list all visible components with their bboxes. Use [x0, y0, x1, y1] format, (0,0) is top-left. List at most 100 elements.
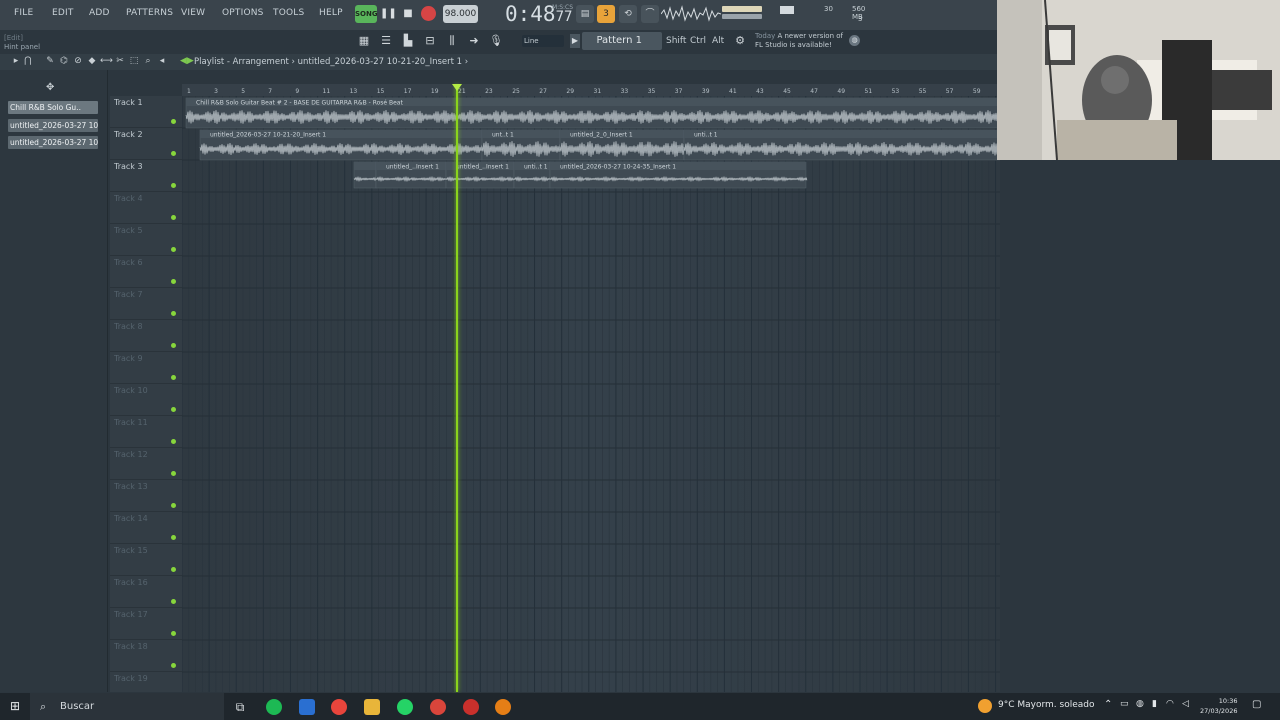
- tray-wifi-icon[interactable]: ◠: [1166, 699, 1174, 709]
- track-header[interactable]: Track 11: [110, 416, 182, 448]
- track-header[interactable]: Track 13: [110, 480, 182, 512]
- audio-clip-track1[interactable]: Chill R&B Solo Guitar Beat # 2 - BASE DE…: [185, 97, 1000, 129]
- settings-gear-icon[interactable]: ⚙: [731, 32, 749, 50]
- mute-icon[interactable]: ◆: [86, 56, 98, 66]
- countdown-icon[interactable]: 3: [597, 5, 615, 23]
- playlist-window-icon[interactable]: ▦: [355, 32, 373, 50]
- globe-icon[interactable]: ◍: [849, 35, 860, 46]
- piano-roll-icon[interactable]: ▙: [399, 32, 417, 50]
- store-icon[interactable]: [299, 699, 315, 715]
- arrow-right-icon[interactable]: ▸: [10, 56, 22, 66]
- tempo-display[interactable]: 98.000: [443, 5, 478, 23]
- track-mute-led[interactable]: [171, 119, 176, 124]
- audio-clip-track2[interactable]: unti..t 1: [683, 129, 1000, 161]
- picker-move-icon[interactable]: ✥: [46, 82, 54, 93]
- track-mute-led[interactable]: [171, 343, 176, 348]
- track-mute-led[interactable]: [171, 631, 176, 636]
- spotify-icon[interactable]: [266, 699, 282, 715]
- snap-select[interactable]: Line: [522, 35, 564, 47]
- pattern-select[interactable]: Pattern 1: [582, 32, 662, 50]
- track-mute-led[interactable]: [171, 663, 176, 668]
- weather-icon[interactable]: [978, 699, 992, 713]
- track-header[interactable]: Track 18: [110, 640, 182, 672]
- audio-clip-track3[interactable]: unti..t 1: [513, 161, 552, 189]
- fl-studio-icon[interactable]: [495, 699, 511, 715]
- menu-patterns[interactable]: PATTERNS: [126, 8, 173, 18]
- tray-app-icon[interactable]: ◍: [1136, 699, 1144, 709]
- track-header[interactable]: Track 17: [110, 608, 182, 640]
- microphone-icon[interactable]: 🎙: [487, 32, 505, 50]
- track-mute-led[interactable]: [171, 247, 176, 252]
- track-mute-led[interactable]: [171, 407, 176, 412]
- song-mode-button[interactable]: SONG: [355, 5, 378, 23]
- playback-icon[interactable]: ◂: [156, 56, 168, 66]
- taskbar-clock[interactable]: 10:36 27/03/2026: [1200, 696, 1237, 716]
- menu-tools[interactable]: TOOLS: [273, 8, 304, 18]
- track-mute-led[interactable]: [171, 535, 176, 540]
- track-header[interactable]: Track 8: [110, 320, 182, 352]
- audio-clip-track2[interactable]: untitled_2026-03-27 10-21-20_Insert 1: [199, 129, 484, 161]
- track-mute-led[interactable]: [171, 567, 176, 572]
- master-volume-slider[interactable]: [722, 6, 762, 12]
- picker-clip[interactable]: untitled_2026-03-27 10-...: [8, 136, 98, 149]
- tray-chevron-icon[interactable]: ⌃: [1104, 699, 1112, 710]
- plugin-picker-icon[interactable]: ➜: [465, 32, 483, 50]
- audio-clip-track3[interactable]: untitled_..Insert 1: [375, 161, 448, 189]
- track-header[interactable]: Track 1: [110, 96, 182, 128]
- alt-key[interactable]: Alt: [712, 36, 724, 46]
- tray-network-icon[interactable]: ▭: [1120, 699, 1129, 709]
- playhead-marker[interactable]: [452, 84, 462, 91]
- audio-clip-track2[interactable]: untitled_2_0_Insert 1: [559, 129, 686, 161]
- select-icon[interactable]: ⬚: [128, 56, 140, 66]
- delete-icon[interactable]: ⊘: [72, 56, 84, 66]
- track-mute-led[interactable]: [171, 151, 176, 156]
- track-mute-led[interactable]: [171, 183, 176, 188]
- menu-help[interactable]: HELP: [319, 8, 343, 18]
- tray-volume-icon[interactable]: ◁: [1182, 699, 1189, 709]
- slip-icon[interactable]: ⟷: [100, 56, 113, 66]
- track-header[interactable]: Track 14: [110, 512, 182, 544]
- taskbar-search[interactable]: ⌕ Buscar: [30, 693, 224, 720]
- menu-edit[interactable]: EDIT: [52, 8, 74, 18]
- track-mute-led[interactable]: [171, 311, 176, 316]
- stop-button[interactable]: ■: [400, 5, 416, 23]
- track-header[interactable]: Track 2: [110, 128, 182, 160]
- track-header[interactable]: Track 15: [110, 544, 182, 576]
- audio-clip-track3[interactable]: [353, 161, 378, 189]
- track-header[interactable]: Track 4: [110, 192, 182, 224]
- audio-clip-track2[interactable]: unt..t 1: [481, 129, 562, 161]
- browser-icon[interactable]: ⊟: [421, 32, 439, 50]
- picker-clip[interactable]: Chill R&B Solo Gu..: [8, 101, 98, 114]
- ctrl-key[interactable]: Ctrl: [690, 36, 706, 46]
- tray-mic-icon[interactable]: ▮: [1152, 699, 1157, 709]
- track-header[interactable]: Track 3: [110, 160, 182, 192]
- track-mute-led[interactable]: [171, 503, 176, 508]
- track-header[interactable]: Track 16: [110, 576, 182, 608]
- slice-icon[interactable]: ✂: [114, 56, 126, 66]
- track-header[interactable]: Track 9: [110, 352, 182, 384]
- zoom-icon[interactable]: ⌕: [142, 56, 154, 66]
- app-red-icon[interactable]: [463, 699, 479, 715]
- menu-view[interactable]: VIEW: [181, 8, 205, 18]
- track-mute-led[interactable]: [171, 439, 176, 444]
- notifications-icon[interactable]: ▢: [1252, 699, 1261, 710]
- windows-start-icon[interactable]: ⊞: [10, 700, 22, 712]
- whatsapp-icon[interactable]: [397, 699, 413, 715]
- track-header[interactable]: Track 6: [110, 256, 182, 288]
- picker-clip[interactable]: untitled_2026-03-27 10-...: [8, 119, 98, 132]
- audio-clip-track3[interactable]: untitled_2026-03-27 10-24-35_Insert 1: [549, 161, 808, 189]
- track-mute-led[interactable]: [171, 279, 176, 284]
- timeline-ruler[interactable]: [182, 84, 1000, 96]
- loop-record-icon[interactable]: ⟲: [619, 5, 637, 23]
- track-mute-led[interactable]: [171, 375, 176, 380]
- channel-rack-icon[interactable]: ☰: [377, 32, 395, 50]
- task-view-icon[interactable]: ⧉: [232, 699, 248, 715]
- mixer-icon[interactable]: ⫼: [443, 32, 461, 50]
- weather-text[interactable]: 9°C Mayorm. soleado: [998, 700, 1094, 710]
- magnet-icon[interactable]: ⋂: [22, 56, 34, 66]
- menu-add[interactable]: ADD: [89, 8, 110, 18]
- menu-file[interactable]: FILE: [14, 8, 33, 18]
- track-header[interactable]: Track 5: [110, 224, 182, 256]
- metronome-icon[interactable]: ⌒: [641, 5, 659, 23]
- news-panel[interactable]: Today A newer version of FL Studio is av…: [755, 32, 847, 50]
